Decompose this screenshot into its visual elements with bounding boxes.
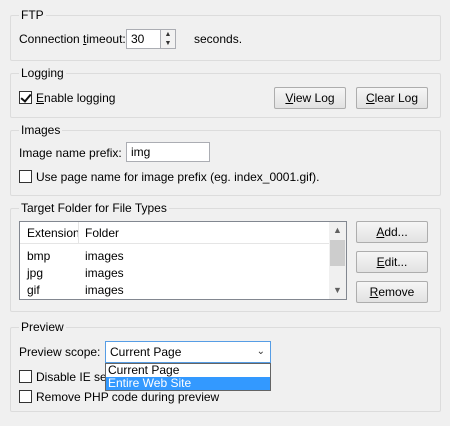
chevron-down-icon[interactable]: ⌄ — [257, 342, 265, 362]
scroll-thumb[interactable] — [330, 240, 345, 266]
remove-php-label[interactable]: Remove PHP code during preview — [36, 390, 219, 404]
add-button[interactable]: Add... — [356, 221, 428, 243]
table-row[interactable]: bmp images — [20, 248, 330, 265]
table-row[interactable]: gif images — [20, 282, 330, 299]
connection-timeout-label: Connection timeout: — [19, 32, 126, 46]
images-title: Images — [19, 123, 63, 137]
remove-php-checkbox[interactable] — [19, 390, 32, 403]
logging-title: Logging — [19, 66, 66, 80]
list-header: Extension Folder — [20, 222, 330, 244]
preview-scope-select[interactable]: Current Page ⌄ — [105, 341, 271, 363]
list-scrollbar[interactable]: ▲ ▼ — [329, 222, 346, 299]
spin-down-icon[interactable]: ▼ — [161, 39, 175, 48]
seconds-label: seconds. — [194, 32, 243, 46]
timeout-spinner[interactable]: ▲ ▼ — [160, 29, 176, 49]
row-folder: images — [85, 283, 124, 297]
preview-scope-label: Preview scope: — [19, 345, 101, 359]
images-group: Images — [10, 123, 441, 196]
clear-log-button[interactable]: Clear Log — [356, 87, 428, 109]
view-log-button[interactable]: View Log — [274, 87, 346, 109]
edit-button[interactable]: Edit... — [356, 251, 428, 273]
ftp-title: FTP — [19, 8, 46, 22]
image-prefix-input[interactable]: img — [126, 142, 210, 162]
use-page-name-checkbox[interactable] — [19, 170, 32, 183]
row-extension: bmp — [27, 249, 51, 263]
option-entire-web-site[interactable]: Entire Web Site — [106, 377, 270, 390]
preview-scope-dropdown[interactable]: Current Page Entire Web Site — [105, 363, 271, 391]
table-row[interactable]: jpg images — [20, 265, 330, 282]
scroll-up-icon[interactable]: ▲ — [329, 222, 346, 239]
enable-logging-label[interactable]: Enable logging — [36, 91, 115, 105]
remove-button[interactable]: Remove — [356, 281, 428, 303]
scroll-down-icon[interactable]: ▼ — [329, 282, 346, 299]
use-page-name-label[interactable]: Use page name for image prefix (eg. inde… — [36, 170, 320, 184]
column-separator[interactable] — [78, 222, 79, 243]
row-extension: gif — [27, 283, 40, 297]
enable-logging-checkbox[interactable] — [19, 91, 32, 104]
row-folder: images — [85, 266, 124, 280]
preview-title: Preview — [19, 320, 66, 334]
disable-ie-checkbox[interactable] — [19, 370, 32, 383]
row-folder: images — [85, 249, 124, 263]
target-folder-title: Target Folder for File Types — [19, 201, 169, 215]
connection-timeout-input[interactable]: 30 — [126, 29, 161, 49]
preview-scope-value: Current Page — [110, 345, 182, 359]
file-types-list[interactable]: Extension Folder bmp images jpg images g… — [19, 221, 347, 300]
spin-up-icon[interactable]: ▲ — [161, 30, 175, 39]
column-extension[interactable]: Extension — [27, 226, 80, 240]
timeout-value: 30 — [131, 32, 145, 46]
image-prefix-value: img — [131, 145, 151, 159]
column-folder[interactable]: Folder — [85, 226, 119, 240]
row-extension: jpg — [27, 266, 44, 280]
image-prefix-label: Image name prefix: — [19, 146, 122, 160]
